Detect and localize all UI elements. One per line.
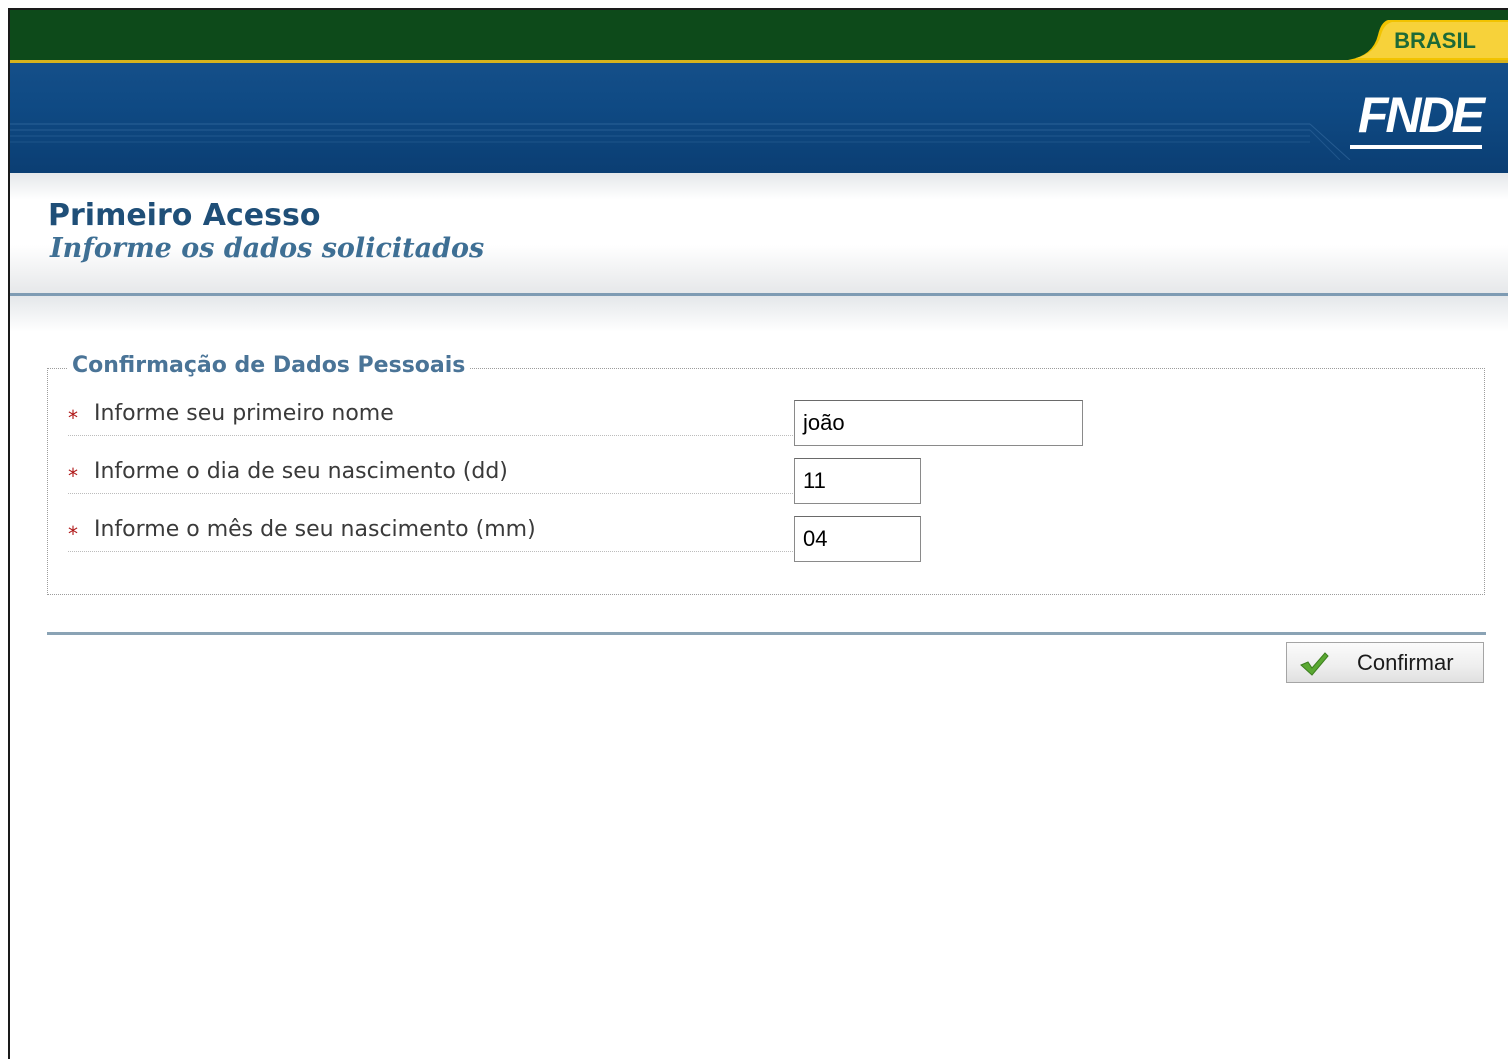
government-bar: BRASIL bbox=[10, 10, 1508, 60]
fieldset-legend: Confirmação de Dados Pessoais bbox=[68, 353, 470, 378]
header-stripes bbox=[10, 123, 1351, 160]
fnde-logo-underline bbox=[1350, 145, 1482, 149]
fnde-logo[interactable]: FNDE bbox=[1358, 90, 1485, 140]
birth-day-label: Informe o dia de seu nascimento (dd) bbox=[94, 459, 508, 484]
first-name-row: * Informe seu primeiro nome bbox=[68, 401, 793, 436]
form-divider bbox=[47, 632, 1486, 635]
title-shadow bbox=[10, 296, 1508, 332]
birth-day-row: * Informe o dia de seu nascimento (dd) bbox=[68, 459, 793, 494]
header-accent-line bbox=[10, 60, 1508, 63]
site-header: FNDE bbox=[10, 60, 1508, 173]
birth-month-row: * Informe o mês de seu nascimento (mm) bbox=[68, 517, 793, 552]
check-icon bbox=[1300, 652, 1329, 676]
first-name-input[interactable]: joão bbox=[794, 400, 1083, 446]
confirm-button[interactable]: Confirmar bbox=[1286, 642, 1484, 683]
page-title: Primeiro Acesso bbox=[48, 198, 321, 233]
page-frame: BRASIL FNDE Primeiro Acesso Informe os d… bbox=[8, 8, 1508, 1059]
birth-day-input[interactable]: 11 bbox=[794, 458, 921, 504]
confirm-button-label: Confirmar bbox=[1357, 650, 1454, 675]
first-name-label: Informe seu primeiro nome bbox=[94, 401, 394, 426]
required-marker: * bbox=[68, 406, 78, 430]
personal-data-fieldset: Confirmação de Dados Pessoais * Informe … bbox=[47, 353, 1485, 595]
required-marker: * bbox=[68, 522, 78, 546]
brasil-badge[interactable]: BRASIL bbox=[1348, 20, 1508, 60]
required-marker: * bbox=[68, 464, 78, 488]
title-section: Primeiro Acesso Informe os dados solicit… bbox=[10, 173, 1508, 296]
birth-month-input[interactable]: 04 bbox=[794, 516, 921, 562]
page-subtitle: Informe os dados solicitados bbox=[50, 233, 485, 264]
birth-month-label: Informe o mês de seu nascimento (mm) bbox=[94, 517, 536, 542]
brasil-label: BRASIL bbox=[1394, 28, 1476, 53]
